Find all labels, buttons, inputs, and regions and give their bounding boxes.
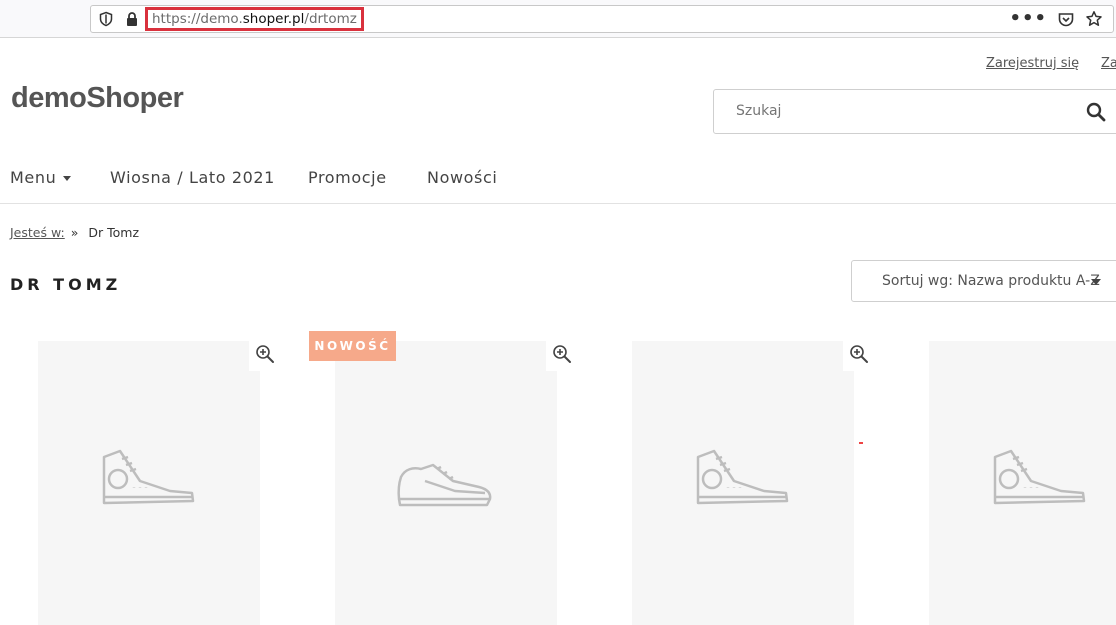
running-shoe-icon <box>397 463 492 507</box>
zoom-in-icon <box>850 345 868 363</box>
breadcrumb-label[interactable]: Jesteś w: <box>10 225 65 240</box>
sort-label: Sortuj wg: Nazwa produktu A-Z <box>882 273 1100 289</box>
nav-item-menu[interactable]: Menu <box>10 168 72 187</box>
nav-item-promotions[interactable]: Promocje <box>308 168 387 187</box>
zoom-in-icon <box>553 345 571 363</box>
nav-item-label: Menu <box>10 168 57 187</box>
url-prefix: https://demo. <box>152 11 243 27</box>
quick-view-button[interactable] <box>843 337 875 371</box>
new-badge: NOWOŚĆ <box>309 331 396 361</box>
url-host: shoper.pl <box>242 11 305 27</box>
main-nav: Menu Wiosna / Lato 2021 Promocje Nowości <box>0 152 1116 204</box>
search-input[interactable] <box>736 103 1036 119</box>
high-top-sneaker-icon <box>102 449 195 505</box>
high-top-sneaker-icon <box>993 449 1086 505</box>
login-link[interactable]: Za <box>1101 56 1116 71</box>
quick-view-button[interactable] <box>546 337 578 371</box>
nav-item-new[interactable]: Nowości <box>427 168 497 187</box>
caret-down-icon <box>63 176 72 181</box>
product-card[interactable] <box>38 341 260 625</box>
sort-dropdown[interactable]: Sortuj wg: Nazwa produktu A-Z <box>851 260 1116 302</box>
page-title: DR TOMZ <box>10 275 122 294</box>
quick-view-button[interactable] <box>249 337 281 371</box>
store-logo[interactable]: demoShoper <box>11 82 184 115</box>
divider-mark <box>859 442 863 444</box>
nav-item-spring-summer[interactable]: Wiosna / Lato 2021 <box>110 168 275 187</box>
search-icon[interactable] <box>1086 102 1106 122</box>
url-bar[interactable]: https://demo.shoper.pl/drtomz ••• <box>90 5 1114 33</box>
shield-icon[interactable] <box>98 11 114 27</box>
product-card[interactable] <box>632 341 854 625</box>
browser-toolbar: https://demo.shoper.pl/drtomz ••• <box>0 0 1116 38</box>
high-top-sneaker-icon <box>696 449 789 505</box>
page-actions-menu-icon[interactable]: ••• <box>1009 8 1047 29</box>
url-text[interactable]: https://demo.shoper.pl/drtomz <box>145 7 364 31</box>
pocket-icon[interactable] <box>1057 11 1075 29</box>
chevron-down-icon <box>1091 279 1101 285</box>
zoom-in-icon <box>256 345 274 363</box>
bookmark-star-icon[interactable] <box>1085 10 1103 28</box>
product-card[interactable] <box>335 341 557 625</box>
search-box[interactable] <box>713 89 1116 134</box>
register-link[interactable]: Zarejestruj się <box>986 56 1079 71</box>
url-path: /drtomz <box>304 11 357 27</box>
lock-icon[interactable] <box>124 11 140 27</box>
breadcrumb-separator: » <box>70 225 79 240</box>
breadcrumb-current: Dr Tomz <box>88 225 140 240</box>
breadcrumb: Jesteś w: » Dr Tomz <box>10 225 139 240</box>
product-card[interactable] <box>929 341 1116 625</box>
